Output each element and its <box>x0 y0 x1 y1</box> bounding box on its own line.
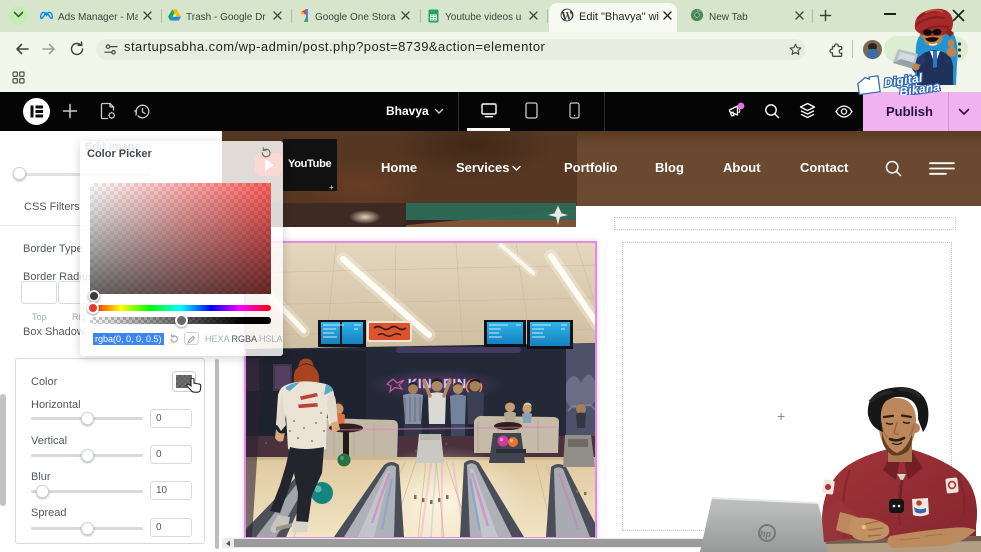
svg-text:hp: hp <box>760 529 771 539</box>
